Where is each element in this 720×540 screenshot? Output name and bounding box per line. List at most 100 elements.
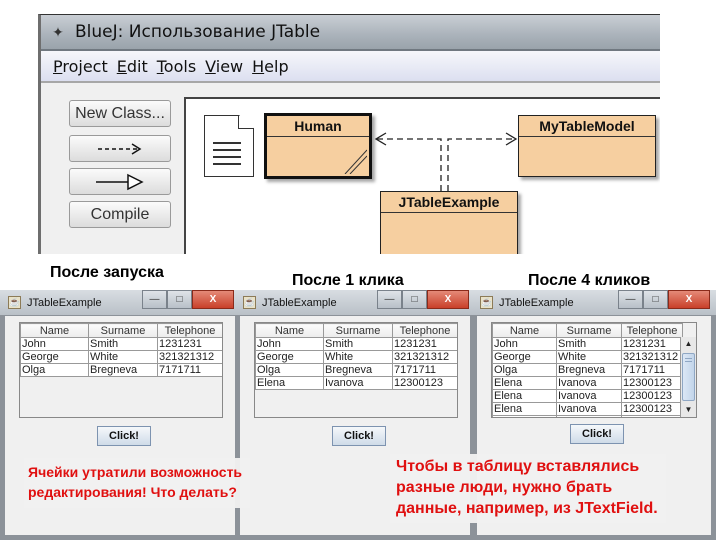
column-header-surname[interactable]: Surname bbox=[323, 323, 393, 338]
scroll-down-arrow-icon[interactable]: ▼ bbox=[681, 403, 696, 417]
window-controls: — □ X bbox=[377, 290, 469, 309]
cell-surname[interactable]: Bregneva bbox=[88, 363, 158, 377]
table-row[interactable]: Olga Bregneva 7171711 bbox=[492, 363, 683, 377]
close-button[interactable]: X bbox=[668, 290, 710, 309]
note-line: Ячейки утратили возможность bbox=[28, 464, 243, 480]
column-header-telephone[interactable]: Telephone bbox=[157, 323, 222, 338]
cell-surname[interactable]: White bbox=[323, 350, 393, 364]
menu-view[interactable]: View bbox=[205, 57, 243, 76]
cell-surname[interactable]: Smith bbox=[88, 337, 158, 351]
cell-telephone[interactable]: 12300123 bbox=[621, 389, 683, 403]
cell-telephone[interactable]: 7171711 bbox=[392, 363, 457, 377]
cell-telephone[interactable]: 1231231 bbox=[157, 337, 222, 351]
cell-surname[interactable]: Bregneva bbox=[556, 363, 622, 377]
inheritance-arrow-button[interactable] bbox=[69, 168, 171, 195]
cell-telephone[interactable]: 321321312 bbox=[621, 350, 683, 364]
people-table[interactable]: Name Surname Telephone John Smith 1231231 G… bbox=[20, 323, 222, 377]
table-row[interactable]: John Smith 1231231 bbox=[20, 337, 222, 351]
cell-name[interactable]: George bbox=[20, 350, 89, 364]
table-row[interactable]: John Smith 1231231 bbox=[255, 337, 457, 351]
column-header-name[interactable]: Name bbox=[255, 323, 324, 338]
cell-telephone[interactable]: 12300123 bbox=[392, 376, 457, 390]
table-scroll-pane[interactable]: Name Surname Telephone John Smith 1231231 G… bbox=[491, 322, 697, 418]
cell-surname[interactable]: Ivanova bbox=[556, 402, 622, 416]
table-row[interactable]: George White 321321312 bbox=[20, 350, 222, 364]
cell-name[interactable]: Olga bbox=[255, 363, 324, 377]
table-row[interactable]: ElenaIvanova12300123 bbox=[492, 389, 683, 403]
close-button[interactable]: X bbox=[427, 290, 469, 309]
table-scroll-pane[interactable]: Name Surname Telephone John Smith 1231231 G… bbox=[254, 322, 458, 418]
cell-telephone[interactable]: 7171711 bbox=[157, 363, 222, 377]
window-title: JTableExample bbox=[262, 296, 337, 309]
click-button[interactable]: Click! bbox=[97, 426, 151, 446]
cell-telephone[interactable]: 321321312 bbox=[392, 350, 457, 364]
cell-surname[interactable]: Ivanova bbox=[556, 389, 622, 403]
click-button[interactable]: Click! bbox=[332, 426, 386, 446]
cell-telephone[interactable]: 12300123 bbox=[621, 402, 683, 416]
maximize-button[interactable]: □ bbox=[643, 290, 668, 309]
click-button[interactable]: Click! bbox=[570, 424, 624, 444]
people-table[interactable]: Name Surname Telephone John Smith 1231231 G… bbox=[492, 323, 683, 417]
cell-surname[interactable]: Ivanova bbox=[556, 376, 622, 390]
table-row[interactable]: ElenaIvanova12300123 bbox=[492, 415, 683, 417]
compile-button[interactable]: Compile bbox=[69, 201, 171, 228]
menu-help[interactable]: Help bbox=[252, 57, 288, 76]
cell-surname[interactable]: White bbox=[556, 350, 622, 364]
cell-name[interactable]: Olga bbox=[492, 363, 557, 377]
cell-telephone[interactable]: 1231231 bbox=[621, 337, 683, 351]
cell-name[interactable]: Elena bbox=[492, 376, 557, 390]
cell-surname[interactable]: Ivanova bbox=[323, 376, 393, 390]
cell-name[interactable]: John bbox=[492, 337, 557, 351]
menu-edit[interactable]: Edit bbox=[117, 57, 148, 76]
cell-telephone[interactable]: 12300123 bbox=[621, 376, 683, 390]
scroll-up-arrow-icon[interactable]: ▲ bbox=[681, 337, 696, 351]
column-header-surname[interactable]: Surname bbox=[556, 323, 622, 338]
table-row[interactable]: ElenaIvanova12300123 bbox=[255, 376, 457, 390]
cell-surname[interactable]: White bbox=[88, 350, 158, 364]
cell-telephone[interactable]: 1231231 bbox=[392, 337, 457, 351]
new-class-button[interactable]: New Class... bbox=[69, 100, 171, 127]
table-row[interactable]: Olga Bregneva 7171711 bbox=[20, 363, 222, 377]
cell-name[interactable]: George bbox=[255, 350, 324, 364]
vertical-scrollbar[interactable]: ▲ ▼ bbox=[680, 337, 696, 417]
column-header-surname[interactable]: Surname bbox=[88, 323, 158, 338]
table-scroll-pane[interactable]: Name Surname Telephone John Smith 1231231 G… bbox=[19, 322, 223, 418]
cell-telephone[interactable]: 12300123 bbox=[621, 415, 683, 417]
table-row[interactable]: ElenaIvanova12300123 bbox=[492, 402, 683, 416]
cell-name[interactable]: Elena bbox=[255, 376, 324, 390]
table-row[interactable]: George White 321321312 bbox=[492, 350, 683, 364]
minimize-button[interactable]: — bbox=[618, 290, 643, 309]
table-row[interactable]: ElenaIvanova12300123 bbox=[492, 376, 683, 390]
table-row[interactable]: Olga Bregneva 7171711 bbox=[255, 363, 457, 377]
cell-name[interactable]: George bbox=[492, 350, 557, 364]
cell-surname[interactable]: Bregneva bbox=[323, 363, 393, 377]
column-header-telephone[interactable]: Telephone bbox=[621, 323, 683, 338]
close-button[interactable]: X bbox=[192, 290, 234, 309]
cell-name[interactable]: Elena bbox=[492, 389, 557, 403]
minimize-button[interactable]: — bbox=[377, 290, 402, 309]
dependency-arrow-button[interactable] bbox=[69, 135, 171, 162]
column-header-name[interactable]: Name bbox=[20, 323, 89, 338]
cell-telephone[interactable]: 321321312 bbox=[157, 350, 222, 364]
caption-after-launch: После запуска bbox=[50, 264, 164, 281]
cell-surname[interactable]: Smith bbox=[556, 337, 622, 351]
cell-surname[interactable]: Ivanova bbox=[556, 415, 622, 417]
cell-name[interactable]: John bbox=[255, 337, 324, 351]
table-row[interactable]: John Smith 1231231 bbox=[492, 337, 683, 351]
menu-project[interactable]: Project bbox=[53, 57, 108, 76]
cell-name[interactable]: Elena bbox=[492, 402, 557, 416]
cell-name[interactable]: Elena bbox=[492, 415, 557, 417]
minimize-button[interactable]: — bbox=[142, 290, 167, 309]
table-row[interactable]: George White 321321312 bbox=[255, 350, 457, 364]
cell-telephone[interactable]: 7171711 bbox=[621, 363, 683, 377]
column-header-name[interactable]: Name bbox=[492, 323, 557, 338]
cell-name[interactable]: Olga bbox=[20, 363, 89, 377]
people-table[interactable]: Name Surname Telephone John Smith 1231231 G… bbox=[255, 323, 457, 390]
cell-name[interactable]: John bbox=[20, 337, 89, 351]
class-diagram-canvas[interactable]: Human MyTableModel JTableExample bbox=[184, 97, 660, 254]
maximize-button[interactable]: □ bbox=[167, 290, 192, 309]
column-header-telephone[interactable]: Telephone bbox=[392, 323, 457, 338]
cell-surname[interactable]: Smith bbox=[323, 337, 393, 351]
maximize-button[interactable]: □ bbox=[402, 290, 427, 309]
menu-tools[interactable]: Tools bbox=[157, 57, 196, 76]
